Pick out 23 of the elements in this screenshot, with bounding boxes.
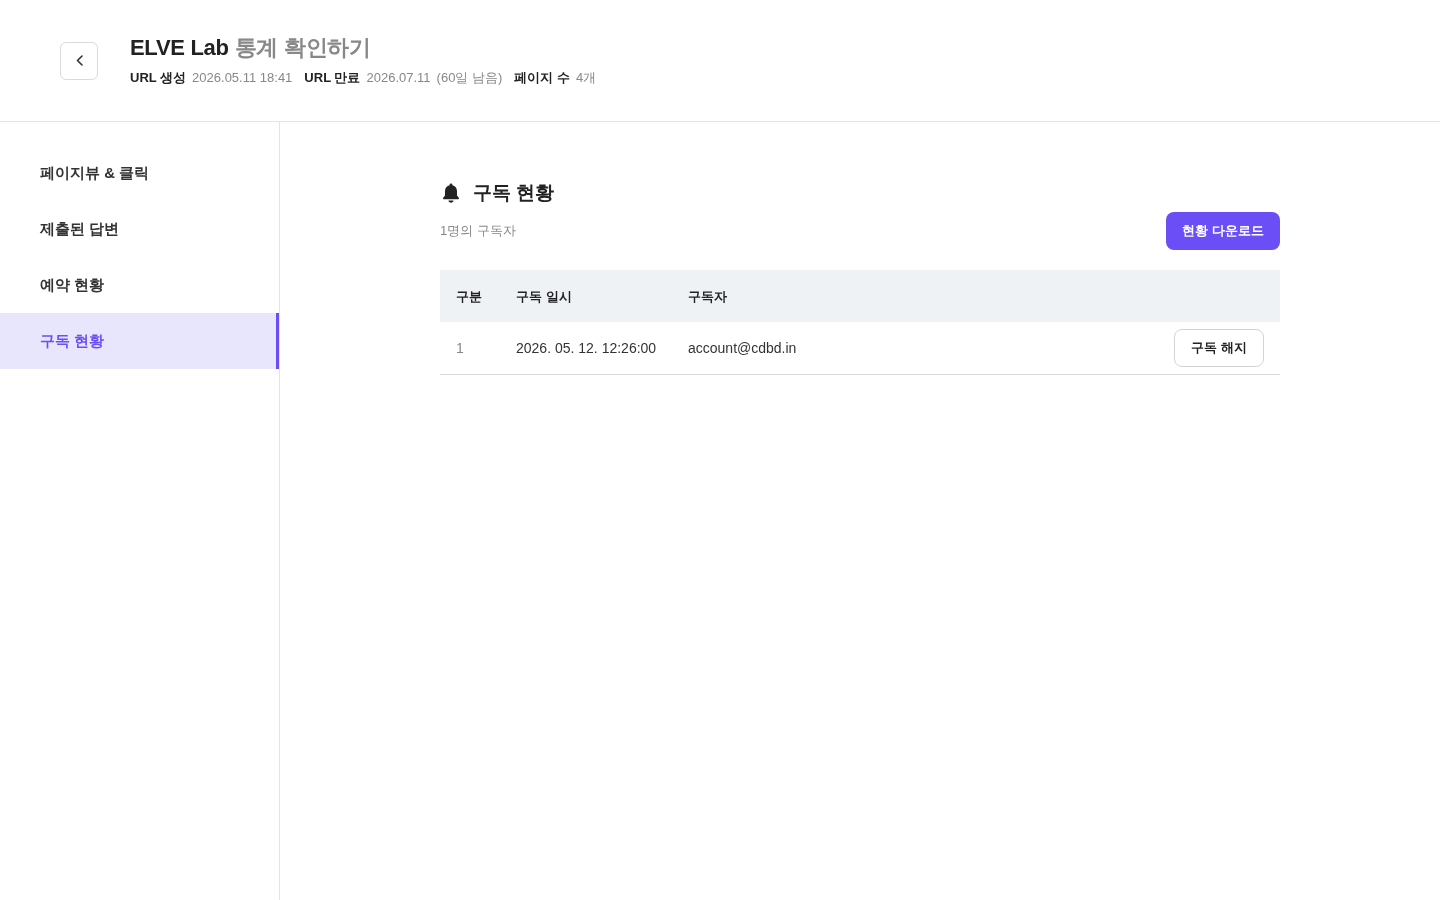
- column-header: 구독자: [688, 289, 727, 304]
- column-header: 구분: [456, 289, 482, 304]
- meta-value: 4개: [575, 68, 597, 87]
- sidebar-item[interactable]: 구독 현황: [0, 313, 279, 369]
- meta-label: URL 만료: [304, 68, 361, 87]
- subscriber-count: 1명의 구독자: [440, 222, 516, 241]
- table-cell: 1: [456, 340, 464, 356]
- download-button[interactable]: 현황 다운로드: [1166, 212, 1280, 250]
- table-cell: account@cdbd.in: [688, 340, 797, 356]
- back-button[interactable]: [60, 41, 98, 80]
- meta-label: URL 생성: [130, 68, 187, 87]
- back-icon: [75, 55, 83, 66]
- unsubscribe-button[interactable]: 구독 해지: [1174, 329, 1264, 367]
- page-title: ELVE Lab: [130, 33, 229, 62]
- bell-icon: [442, 183, 460, 203]
- page-title-suffix: 통계 확인하기: [234, 33, 371, 62]
- meta-label: 페이지 수: [514, 68, 570, 87]
- meta-note: (60일 남음): [436, 68, 503, 87]
- table-cell: 2026. 05. 12. 12:26:00: [516, 340, 657, 356]
- section-title: 구독 현황: [473, 181, 555, 205]
- column-header: 구독 일시: [516, 289, 572, 304]
- meta-value: 2026.07.11: [366, 68, 431, 87]
- meta-value: 2026.05.11 18:41: [192, 68, 293, 87]
